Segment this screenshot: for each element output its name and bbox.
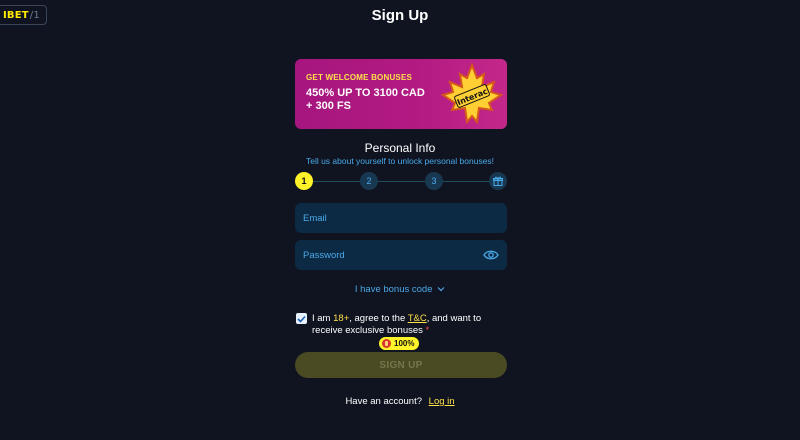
email-input[interactable] — [303, 212, 499, 224]
terms-prefix: I am — [312, 313, 334, 324]
step-bonus-gift — [489, 172, 507, 190]
signup-stepper: 1 2 3 — [295, 172, 507, 190]
password-field[interactable] — [295, 240, 507, 270]
step-2: 2 — [360, 172, 378, 190]
banner-headline: 450% UP TO 3100 CAD + 300 FS — [306, 87, 446, 113]
step-connector — [378, 181, 425, 182]
bonus-code-label: I have bonus code — [354, 284, 433, 295]
section-subtitle: Tell us about yourself to unlock persona… — [305, 156, 495, 166]
banner-headline-line1: 450% UP TO 3100 CAD — [306, 87, 425, 99]
gift-icon — [493, 176, 503, 186]
step-3: 3 — [425, 172, 443, 190]
checkmark-icon — [297, 315, 306, 323]
terms-checkbox[interactable] — [296, 313, 307, 324]
terms-link[interactable]: T&C — [408, 313, 427, 324]
chevron-down-icon — [437, 287, 445, 292]
badge-label: 100% — [394, 339, 415, 348]
banner-headline-line2: + 300 FS — [306, 100, 351, 112]
eye-icon[interactable] — [483, 249, 499, 261]
terms-text: I am 18+, agree to the T&C, and want to … — [312, 313, 512, 336]
required-mark: * — [425, 324, 430, 336]
bonus-coin-icon — [382, 339, 391, 348]
maple-leaf-interac-icon: Interac — [440, 62, 504, 125]
email-field[interactable] — [295, 203, 507, 233]
step-connector — [443, 181, 490, 182]
section-title: Personal Info — [364, 141, 436, 155]
bonus-code-toggle[interactable]: I have bonus code — [0, 284, 800, 295]
login-prompt: Have an account? Log in — [0, 396, 800, 407]
password-input[interactable] — [303, 249, 483, 261]
banner-kicker: GET WELCOME BONUSES — [306, 73, 413, 82]
terms-middle: , agree to the — [349, 313, 408, 324]
account-question: Have an account? — [345, 396, 423, 407]
sign-up-button[interactable]: SIGN UP — [295, 352, 507, 378]
welcome-bonus-banner: GET WELCOME BONUSES 450% UP TO 3100 CAD … — [295, 59, 507, 129]
step-connector — [313, 181, 360, 182]
bonus-percent-badge: 100% — [379, 337, 420, 350]
login-link[interactable]: Log in — [429, 396, 455, 407]
age-requirement: 18+ — [333, 313, 350, 324]
page-title: Sign Up — [371, 7, 429, 24]
step-1: 1 — [295, 172, 313, 190]
